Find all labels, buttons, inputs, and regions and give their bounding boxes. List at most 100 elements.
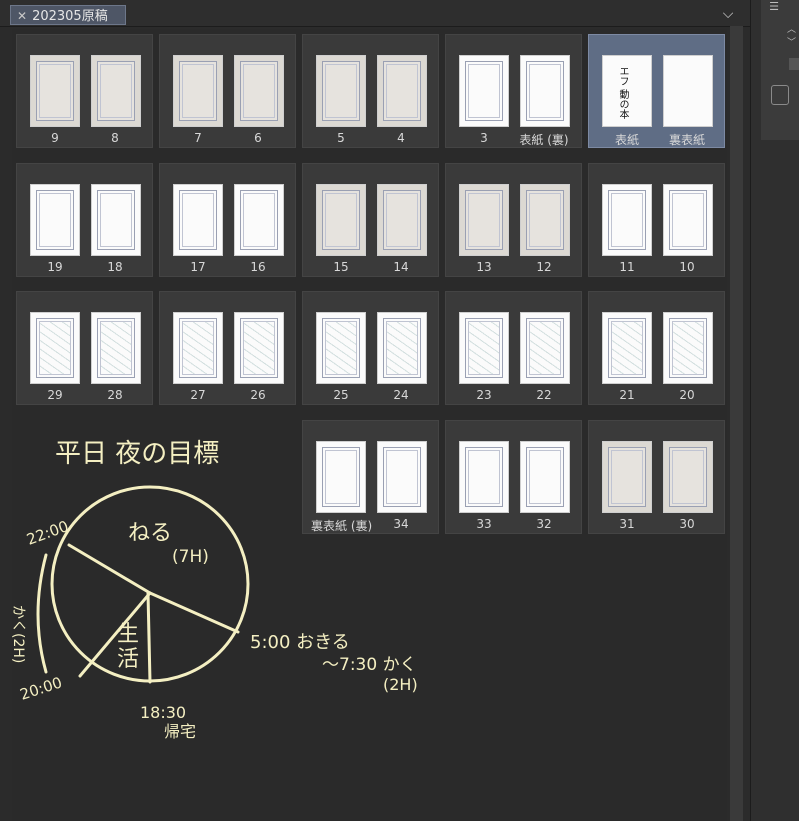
page-spread[interactable]: 29 28 (16, 291, 153, 405)
page-thumbnail[interactable]: エフ 動の本 (602, 55, 652, 127)
page-number-label: 17 (190, 260, 206, 274)
page-spread[interactable]: 13 12 (445, 163, 582, 277)
page-thumbnail[interactable] (316, 441, 366, 513)
page-spread[interactable]: 裏表紙 (裏) 34 (302, 420, 439, 534)
page-inner-frame (468, 321, 500, 375)
page-inner-frame (611, 450, 643, 504)
page-thumbnail[interactable] (30, 55, 80, 127)
page-inner-frame (386, 321, 418, 375)
page-thumbnail[interactable] (377, 184, 427, 256)
page-thumbnail[interactable] (663, 312, 713, 384)
page-thumbnail[interactable] (459, 184, 509, 256)
page-spread[interactable]: 17 16 (159, 163, 296, 277)
page-number-label: 25 (333, 388, 349, 402)
page-thumbnail[interactable] (30, 184, 80, 256)
page-number-label: 26 (250, 388, 266, 402)
page-number-label: 7 (194, 131, 202, 145)
page-inner-frame (243, 193, 275, 247)
page-thumbnail[interactable] (91, 184, 141, 256)
page-spread[interactable]: 76 (159, 34, 296, 148)
page-spread[interactable]: 54 (302, 34, 439, 148)
page-number-label: 16 (250, 260, 266, 274)
page-thumbnail[interactable] (520, 441, 570, 513)
page-thumbnail[interactable] (520, 184, 570, 256)
page-number-label: 表紙 (裏) (519, 133, 569, 147)
page-thumbnail[interactable] (91, 312, 141, 384)
page-number-label: 4 (397, 131, 405, 145)
page-thumbnail[interactable] (459, 55, 509, 127)
page-spread[interactable]: 19 18 (16, 163, 153, 277)
document-tab[interactable]: ✕ 202305原稿 (10, 5, 126, 25)
page-thumbnail[interactable] (173, 55, 223, 127)
page-thumbnail[interactable] (234, 55, 284, 127)
page-spread[interactable]: 3 表紙 (裏) (445, 34, 582, 148)
page-thumbnail[interactable] (173, 312, 223, 384)
page-spread[interactable]: 33 32 (445, 420, 582, 534)
page-inner-frame (611, 193, 643, 247)
page-thumbnail[interactable] (459, 441, 509, 513)
page-thumbnail[interactable] (377, 441, 427, 513)
page-thumbnail[interactable] (663, 55, 713, 127)
page-inner-frame (243, 64, 275, 118)
page-number-label: 表紙 (614, 133, 639, 147)
page-spread[interactable]: 21 20 (588, 291, 725, 405)
page-number-label: 8 (111, 131, 119, 145)
page-inner-frame (529, 193, 561, 247)
page-spread[interactable]: エフ 動の本表紙 裏表紙 (588, 34, 725, 148)
page-thumbnail[interactable] (234, 312, 284, 384)
page-number-label: 9 (51, 131, 59, 145)
page-spread[interactable]: 11 10 (588, 163, 725, 277)
page-inner-frame (468, 193, 500, 247)
page-inner-frame (529, 450, 561, 504)
page-thumbnail[interactable] (520, 55, 570, 127)
page-thumbnail[interactable] (316, 184, 366, 256)
page-spread[interactable]: 15 14 (302, 163, 439, 277)
page-number-label: 裏表紙 (668, 133, 705, 147)
page-spread[interactable]: 27 26 (159, 291, 296, 405)
page-thumbnail[interactable] (602, 312, 652, 384)
page-number-label: 5 (337, 131, 345, 145)
page-spread[interactable]: 25 24 (302, 291, 439, 405)
page-inner-frame (386, 64, 418, 118)
page-number-label: 30 (679, 517, 695, 531)
page-thumbnail[interactable] (30, 312, 80, 384)
right-panel-toolbar (761, 0, 799, 140)
page-spread[interactable]: 98 (16, 34, 153, 148)
panel-menu-icon[interactable]: ☰ (765, 0, 783, 14)
page-number-label: 14 (393, 260, 409, 274)
page-spread[interactable]: 23 22 (445, 291, 582, 405)
page-thumbnail[interactable] (520, 312, 570, 384)
page-inner-frame (386, 193, 418, 247)
close-tab-icon[interactable]: ✕ (17, 9, 27, 23)
page-thumbnail[interactable] (602, 184, 652, 256)
page-inner-frame (100, 321, 132, 375)
page-inner-frame (100, 64, 132, 118)
page-thumbnail[interactable] (173, 184, 223, 256)
vertical-scrollbar[interactable] (730, 26, 743, 821)
page-thumbnail[interactable] (316, 55, 366, 127)
page-thumbnail[interactable] (91, 55, 141, 127)
page-number-label: 12 (536, 260, 552, 274)
collapse-chevron-icon[interactable]: ⌵ (719, 5, 737, 23)
page-number-label: 28 (107, 388, 123, 402)
page-inner-frame (672, 193, 704, 247)
page-number-label: 24 (393, 388, 409, 402)
page-thumbnail[interactable] (602, 441, 652, 513)
page-thumbnail[interactable] (377, 312, 427, 384)
page-number-label: 6 (254, 131, 262, 145)
scroll-down-icon[interactable]: ﹀ (787, 35, 796, 48)
scroll-up-icon[interactable]: ︿ (787, 22, 796, 35)
page-number-label: 31 (619, 517, 635, 531)
page-thumbnail[interactable] (663, 184, 713, 256)
page-thumbnail[interactable] (316, 312, 366, 384)
page-thumbnail[interactable] (234, 184, 284, 256)
page-thumbnail[interactable] (663, 441, 713, 513)
page-thumbnail[interactable] (459, 312, 509, 384)
page-spread[interactable]: 31 30 (588, 420, 725, 534)
page-number-label: 34 (393, 517, 409, 531)
page-number-label: 13 (476, 260, 492, 274)
page-thumbnail[interactable] (377, 55, 427, 127)
page-inner-frame (325, 193, 357, 247)
document-icon[interactable] (771, 85, 789, 105)
page-number-label: 19 (47, 260, 63, 274)
